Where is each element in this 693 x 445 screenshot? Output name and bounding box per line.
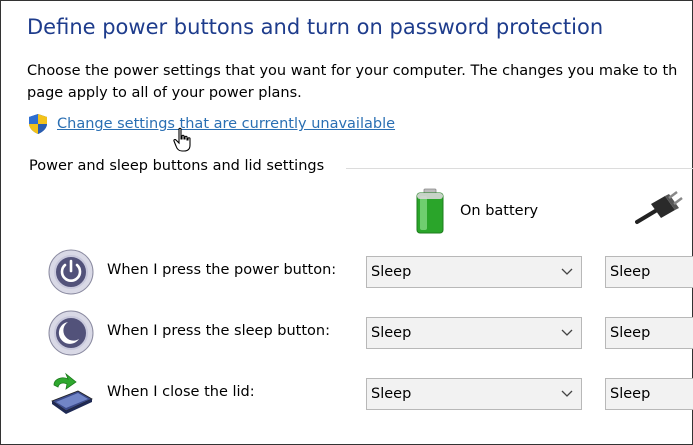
- change-settings-link[interactable]: Change settings that are currently unava…: [57, 116, 395, 132]
- description-line-1: Choose the power settings that you want …: [27, 63, 678, 79]
- close-lid-plugged-dropdown[interactable]: Sleep: [605, 378, 693, 410]
- setting-label: When I press the power button:: [107, 262, 337, 278]
- laptop-lid-icon: [48, 371, 94, 417]
- setting-row-close-lid: When I close the lid: Sleep Sleep: [48, 371, 693, 419]
- dropdown-value: Sleep: [610, 386, 651, 402]
- dropdown-value: Sleep: [610, 264, 651, 280]
- sleep-button-icon: [48, 310, 94, 356]
- dropdown-value: Sleep: [371, 264, 412, 280]
- power-button-plugged-dropdown[interactable]: Sleep: [605, 256, 693, 288]
- column-header-battery-label: On battery: [460, 203, 539, 219]
- setting-row-sleep-button: When I press the sleep button: Sleep Sle…: [48, 310, 693, 358]
- battery-icon: [414, 188, 446, 234]
- page-title: Define power buttons and turn on passwor…: [27, 15, 604, 39]
- dropdown-value: Sleep: [610, 325, 651, 341]
- power-plug-icon: [635, 188, 683, 228]
- setting-label: When I press the sleep button:: [107, 323, 330, 339]
- page-description: Choose the power settings that you want …: [27, 60, 693, 104]
- setting-row-power-button: When I press the power button: Sleep Sle…: [48, 249, 693, 297]
- sleep-button-plugged-dropdown[interactable]: Sleep: [605, 317, 693, 349]
- dropdown-value: Sleep: [371, 386, 412, 402]
- dropdown-value: Sleep: [371, 325, 412, 341]
- close-lid-battery-dropdown[interactable]: Sleep: [366, 378, 582, 410]
- sleep-button-battery-dropdown[interactable]: Sleep: [366, 317, 582, 349]
- section-header: Power and sleep buttons and lid settings: [29, 158, 325, 174]
- column-header-plugged: [635, 188, 693, 228]
- power-button-battery-dropdown[interactable]: Sleep: [366, 256, 582, 288]
- description-line-2: page apply to all of your power plans.: [27, 85, 302, 101]
- hand-cursor-icon: [173, 127, 193, 157]
- setting-label: When I close the lid:: [107, 384, 255, 400]
- section-divider: [346, 168, 693, 169]
- chevron-down-icon: [561, 257, 573, 287]
- change-settings-row[interactable]: Change settings that are currently unava…: [27, 113, 395, 135]
- chevron-down-icon: [561, 318, 573, 348]
- chevron-down-icon: [561, 379, 573, 409]
- column-header-battery: On battery: [414, 188, 538, 234]
- uac-shield-icon: [27, 113, 49, 135]
- power-button-icon: [48, 249, 94, 295]
